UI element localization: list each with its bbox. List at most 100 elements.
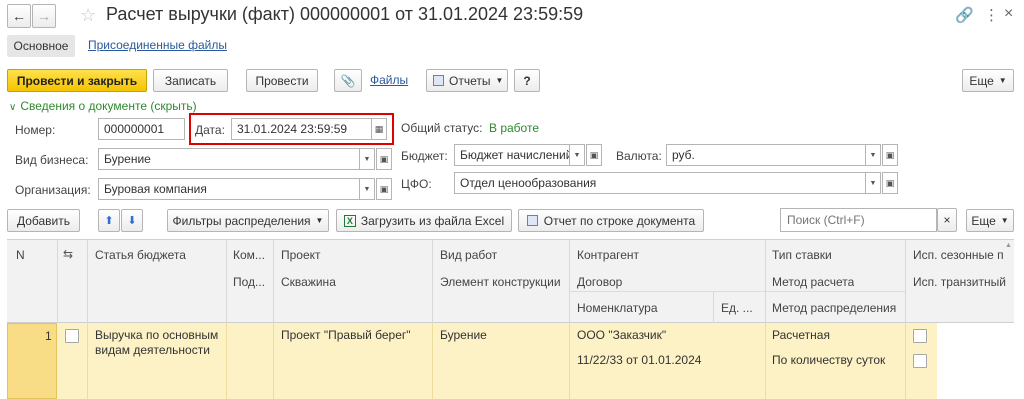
org-open-button[interactable]: ▣ xyxy=(376,178,392,200)
business-field[interactable]: Бурение xyxy=(98,148,360,170)
calendar-icon: ▦ xyxy=(374,123,384,134)
col-transit[interactable]: Исп. транзитный xyxy=(913,275,1008,289)
chevron-down-icon: ▼ xyxy=(315,216,324,225)
budget-open-button[interactable]: ▣ xyxy=(586,144,602,166)
files-link[interactable]: Файлы xyxy=(370,73,408,87)
budget-field[interactable]: Бюджет начислений xyxy=(454,144,570,166)
paperclip-icon: 📎 xyxy=(340,73,356,88)
filters-button[interactable]: Фильтры распределения ▼ xyxy=(167,209,329,232)
col-com[interactable]: Ком... xyxy=(233,248,265,262)
reports-button[interactable]: Отчеты ▼ xyxy=(426,69,508,92)
reports-label: Отчеты xyxy=(449,73,491,88)
cfo-field[interactable]: Отдел ценообразования xyxy=(454,172,866,194)
col-construction[interactable]: Элемент конструкции xyxy=(440,275,561,289)
cfo-open-button[interactable]: ▣ xyxy=(882,172,898,194)
column-divider xyxy=(87,323,88,399)
report-row-button[interactable]: Отчет по строке документа xyxy=(518,209,704,232)
org-dropdown-button[interactable]: ▼ xyxy=(359,178,375,200)
col-rate-type[interactable]: Тип ставки xyxy=(772,248,832,262)
row-checkbox[interactable] xyxy=(65,329,79,343)
calendar-button[interactable]: ▦ xyxy=(371,118,387,140)
scrollbar-up-arrow[interactable]: ▲ xyxy=(1005,242,1012,249)
number-label: Номер: xyxy=(15,123,56,137)
column-divider xyxy=(57,240,58,324)
forward-button[interactable]: → xyxy=(32,4,56,28)
column-divider xyxy=(432,240,433,324)
col-sync-icon[interactable]: ⇆ xyxy=(63,247,73,261)
arrow-down-icon: ⬇ xyxy=(127,215,137,227)
link-icon[interactable]: 🔗 xyxy=(955,6,974,24)
col-nomenclature[interactable]: Номенклатура xyxy=(577,301,658,315)
org-field[interactable]: Буровая компания xyxy=(98,178,360,200)
col-calc-method[interactable]: Метод расчета xyxy=(772,275,854,289)
row-transit-checkbox[interactable] xyxy=(913,354,927,368)
add-button[interactable]: Добавить xyxy=(7,209,80,232)
currency-open-button[interactable]: ▣ xyxy=(882,144,898,166)
paperclip-button[interactable]: 📎 xyxy=(334,69,362,92)
table-more-button[interactable]: Еще ▼ xyxy=(966,209,1014,232)
col-distribution-method[interactable]: Метод распределения xyxy=(772,301,896,315)
load-excel-button[interactable]: X Загрузить из файла Excel xyxy=(336,209,512,232)
column-divider xyxy=(569,323,570,399)
col-counterparty[interactable]: Контрагент xyxy=(577,248,639,262)
report-row-label: Отчет по строке документа xyxy=(543,213,696,228)
business-open-button[interactable]: ▣ xyxy=(376,148,392,170)
open-icon: ▣ xyxy=(379,183,389,194)
table-more-label: Еще xyxy=(971,213,996,228)
chevron-down-icon: ▼ xyxy=(1000,216,1009,225)
open-icon: ▣ xyxy=(379,153,389,164)
filters-label: Фильтры распределения xyxy=(172,213,311,228)
currency-field[interactable]: руб. xyxy=(666,144,866,166)
col-n[interactable]: N xyxy=(16,248,25,262)
budget-dropdown-button[interactable]: ▼ xyxy=(569,144,585,166)
business-dropdown-button[interactable]: ▼ xyxy=(359,148,375,170)
chevron-down-icon: ∨ xyxy=(9,102,17,113)
close-icon[interactable]: × xyxy=(1004,5,1013,23)
col-well[interactable]: Скважина xyxy=(281,275,336,289)
col-work-type[interactable]: Вид работ xyxy=(440,248,497,262)
move-up-button[interactable]: ⬆ xyxy=(98,209,120,232)
column-divider xyxy=(765,240,766,324)
search-input[interactable] xyxy=(780,208,937,232)
chevron-down-icon: ▼ xyxy=(869,179,877,187)
more-vert-icon[interactable]: ⋮ xyxy=(984,6,999,24)
more-button[interactable]: Еще ▼ xyxy=(962,69,1014,92)
save-button[interactable]: Записать xyxy=(153,69,228,92)
row-number: 1 xyxy=(45,329,52,343)
post-button[interactable]: Провести xyxy=(246,69,318,92)
row-seasonal-checkbox[interactable] xyxy=(913,329,927,343)
tab-attached-files[interactable]: Присоединенные файлы xyxy=(88,38,227,52)
move-down-button[interactable]: ⬇ xyxy=(121,209,143,232)
col-seasonal[interactable]: Исп. сезонные п xyxy=(913,248,1008,262)
more-label: Еще xyxy=(969,73,994,88)
col-contract[interactable]: Договор xyxy=(577,275,622,289)
col-project[interactable]: Проект xyxy=(281,248,321,262)
currency-dropdown-button[interactable]: ▼ xyxy=(865,144,881,166)
currency-label: Валюта: xyxy=(616,149,662,163)
back-button[interactable]: ← xyxy=(7,4,31,28)
tab-main[interactable]: Основное xyxy=(7,35,75,57)
column-divider xyxy=(905,240,906,324)
status-value: В работе xyxy=(489,121,540,135)
help-button[interactable]: ? xyxy=(514,69,540,92)
search-clear-button[interactable]: × xyxy=(937,208,957,232)
number-field[interactable]: 000000001 xyxy=(98,118,185,140)
column-divider xyxy=(273,323,274,399)
date-field[interactable]: 31.01.2024 23:59:59 xyxy=(231,118,372,140)
table-row[interactable]: 1 Выручка по основным видам деятельности… xyxy=(7,323,937,399)
chevron-down-icon: ▼ xyxy=(998,76,1007,85)
row-budget-item-line2: видам деятельности xyxy=(95,343,210,357)
col-pod[interactable]: Под... xyxy=(233,275,265,289)
col-unit[interactable]: Ед. ... xyxy=(721,301,753,315)
post-and-close-button[interactable]: Провести и закрыть xyxy=(7,69,147,92)
star-icon[interactable]: ☆ xyxy=(80,5,96,26)
section-toggle[interactable]: ∨ Сведения о документе (скрыть) xyxy=(9,99,197,113)
chevron-down-icon: ▼ xyxy=(869,151,877,159)
chevron-down-icon: ▼ xyxy=(363,155,371,163)
arrow-up-icon: ⬆ xyxy=(104,215,114,227)
chevron-down-icon: ▼ xyxy=(495,76,504,85)
chevron-down-icon: ▼ xyxy=(573,151,581,159)
report-icon xyxy=(433,75,444,86)
cfo-dropdown-button[interactable]: ▼ xyxy=(865,172,881,194)
col-budget-item[interactable]: Статья бюджета xyxy=(95,248,186,262)
